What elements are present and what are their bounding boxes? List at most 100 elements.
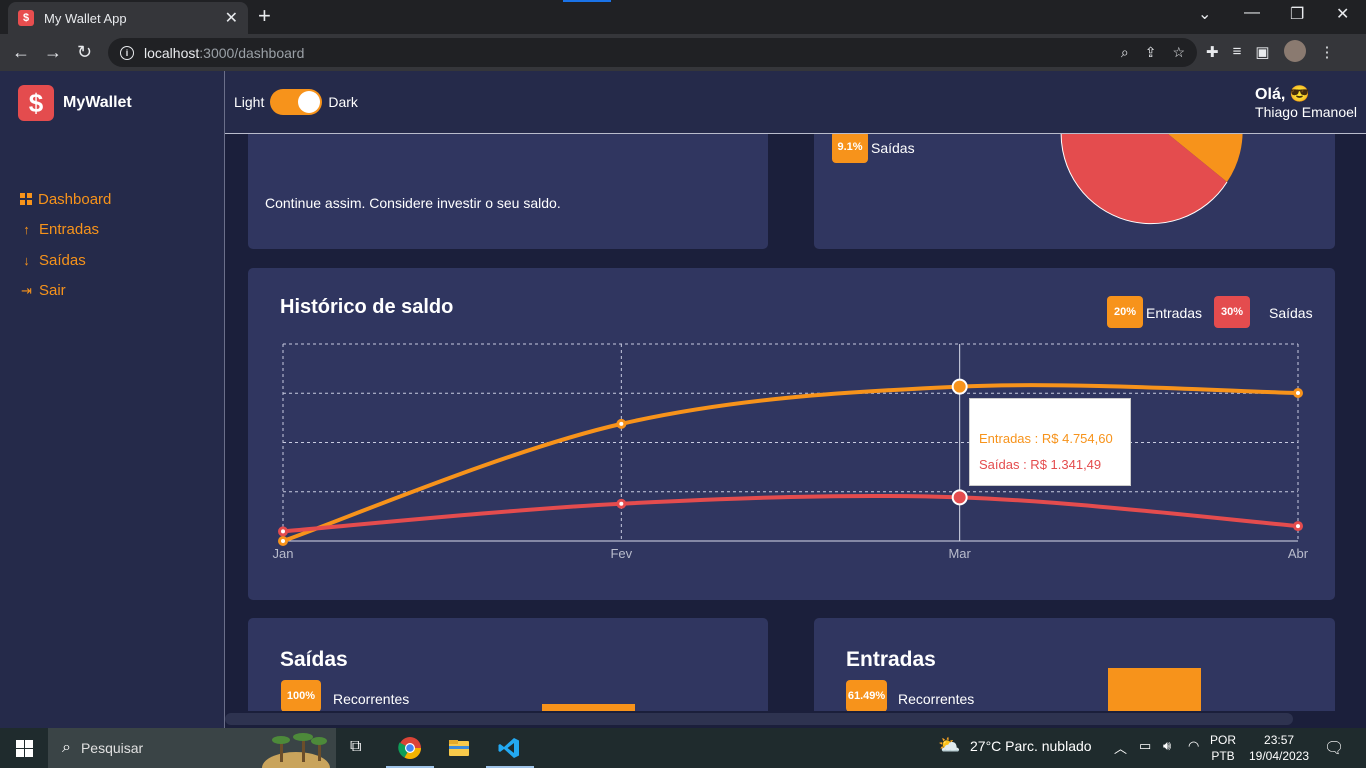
lang-line2: PTB	[1211, 749, 1235, 763]
address-bar[interactable]: i localhost:3000/dashboard ⌕ ⇪ ☆	[108, 38, 1197, 67]
info-icon[interactable]: i	[120, 45, 134, 60]
sidebar-item-saidas[interactable]: ↓ Saídas	[20, 245, 111, 276]
windows-taskbar: ⌕ Pesquisar ⧉ ⛅ 27°C Parc. nublado ︿ ▭ 🔊…	[0, 728, 1366, 768]
menu-kebab-icon[interactable]: ⋮	[1320, 43, 1335, 62]
sidebar-item-entradas[interactable]: ↑ Entradas	[20, 215, 111, 246]
arrow-up-icon: ↑	[23, 222, 30, 238]
share-icon[interactable]: ⇪	[1145, 44, 1157, 61]
sidebar-menu: Dashboard ↑ Entradas ↓ Saídas ⇥ Sair	[20, 184, 111, 306]
search-highlight-illustration	[262, 733, 330, 768]
x-tick-label: Jan	[273, 546, 294, 561]
media-icon[interactable]: ≡	[1233, 43, 1242, 62]
sidebar-item-sair[interactable]: ⇥ Sair	[20, 276, 111, 307]
sidebar-item-label: Sair	[39, 282, 66, 300]
x-tick-label: Abr	[1288, 546, 1309, 561]
theme-dark-label: Dark	[328, 94, 358, 110]
data-point-center	[1296, 390, 1300, 395]
data-point-center	[1296, 524, 1300, 529]
windows-start-icon[interactable]	[16, 740, 33, 757]
tooltip-entradas: Entradas : R$ 4.754,60	[979, 431, 1113, 446]
data-point	[951, 489, 968, 506]
close-tab-icon[interactable]: ✕	[225, 8, 238, 28]
toggle-knob	[298, 91, 321, 113]
wifi-icon[interactable]: ◠	[1188, 738, 1199, 754]
app-header: Light Dark Olá, 😎 Thiago Emanoel	[225, 71, 1366, 134]
saidas-recorrentes-label: Recorrentes	[333, 691, 410, 707]
forward-icon[interactable]: →	[44, 42, 62, 62]
scrollbar-thumb[interactable]	[225, 713, 1293, 725]
chevron-down-icon[interactable]: ⌄	[1198, 4, 1211, 24]
entradas-recorrentes-badge: 61.49%	[846, 680, 887, 712]
sidebar-item-label: Dashboard	[38, 190, 112, 208]
brand-name: MyWallet	[63, 94, 132, 111]
search-placeholder: Pesquisar	[80, 740, 144, 756]
tab-title: My Wallet App	[44, 10, 127, 26]
bookmark-star-icon[interactable]: ☆	[1172, 44, 1185, 61]
minimize-icon[interactable]: —	[1244, 4, 1260, 22]
dollar-logo-icon: $	[18, 85, 54, 121]
url-path: :3000/dashboard	[199, 44, 305, 61]
saidas-title: Saídas	[280, 648, 348, 671]
brand[interactable]: $ MyWallet	[18, 85, 132, 121]
clock-date: 19/04/2023	[1249, 749, 1310, 763]
zoom-icon[interactable]: ⌕	[1121, 44, 1129, 61]
clock[interactable]: 23:57 19/04/2023	[1249, 732, 1309, 764]
data-point-center	[619, 421, 624, 426]
reload-icon[interactable]: ↻	[77, 42, 92, 62]
language-indicator[interactable]: POR PTB	[1210, 732, 1236, 764]
weather-icon: ⛅	[938, 735, 961, 755]
url-host: localhost	[144, 44, 200, 61]
series-line-saídas	[282, 493, 1299, 534]
profile-avatar[interactable]	[1283, 40, 1306, 62]
chrome-icon[interactable]	[398, 736, 422, 760]
theme-light-label: Light	[234, 94, 265, 110]
file-explorer-icon[interactable]	[447, 736, 471, 760]
close-window-icon[interactable]: ✕	[1336, 4, 1349, 24]
battery-icon[interactable]: ▭	[1139, 738, 1151, 754]
saidas-recorrentes-badge: 100%	[281, 680, 321, 712]
new-tab-icon[interactable]: +	[258, 5, 271, 27]
user-name: Thiago Emanoel	[1255, 104, 1357, 120]
sidebar: $ MyWallet Dashboard ↑ Entradas ↓ Saídas…	[0, 71, 225, 728]
lang-line1: POR	[1210, 733, 1237, 747]
extensions-icon[interactable]: ✚	[1206, 43, 1219, 62]
volume-icon[interactable]: 🔊︎	[1163, 738, 1171, 754]
tooltip-saidas: Saídas : R$ 1.341,49	[979, 457, 1102, 472]
theme-toggle-group: Light Dark	[234, 89, 358, 115]
app-viewport: Continue assim. Considere investir o seu…	[0, 71, 1366, 728]
sidebar-item-dashboard[interactable]: Dashboard	[20, 184, 111, 215]
horizontal-scrollbar[interactable]	[225, 711, 1366, 728]
clock-time: 23:57	[1264, 733, 1295, 747]
grid-icon	[20, 193, 32, 206]
back-icon[interactable]: ←	[12, 42, 30, 62]
vscode-icon[interactable]	[497, 736, 521, 760]
exit-icon: ⇥	[21, 282, 32, 298]
browser-tab[interactable]: $ My Wallet App ✕	[8, 2, 248, 34]
restore-icon[interactable]: ❐	[1290, 4, 1304, 24]
data-point-center	[281, 529, 285, 534]
chart-tooltip: Entradas : R$ 4.754,60 Saídas : R$ 1.341…	[969, 398, 1131, 486]
entradas-title: Entradas	[846, 648, 936, 671]
sidebar-item-label: Entradas	[39, 221, 100, 239]
entradas-recorrentes-label: Recorrentes	[898, 691, 975, 707]
data-point-center	[281, 539, 285, 543]
data-point	[951, 378, 968, 395]
notification-icon[interactable]: 🗨︎	[1324, 738, 1344, 758]
tab-strip-accent	[563, 0, 611, 2]
side-panel-icon[interactable]: ▣	[1255, 43, 1269, 62]
taskbar-search[interactable]: ⌕ Pesquisar	[48, 728, 336, 768]
dollar-favicon-icon: $	[18, 10, 34, 26]
browser-tabbar: $ My Wallet App ✕ + ⌄ — ❐ ✕	[0, 0, 1366, 34]
greeting-hello: Olá, 😎	[1255, 86, 1310, 103]
browser-toolbar: ← → ↻ i localhost:3000/dashboard ⌕ ⇪ ☆ ✚…	[0, 34, 1366, 71]
task-view-icon[interactable]: ⧉	[350, 738, 361, 756]
weather-text[interactable]: 27°C Parc. nublado	[970, 738, 1092, 754]
sidebar-item-label: Saídas	[39, 251, 86, 269]
arrow-down-icon: ↓	[23, 252, 30, 268]
x-tick-label: Mar	[948, 546, 971, 561]
theme-toggle[interactable]	[270, 89, 323, 115]
search-icon: ⌕	[62, 739, 71, 756]
data-point-center	[619, 501, 624, 506]
chevron-up-icon[interactable]: ︿	[1114, 738, 1127, 757]
user-greeting: Olá, 😎 Thiago Emanoel	[1255, 84, 1357, 120]
